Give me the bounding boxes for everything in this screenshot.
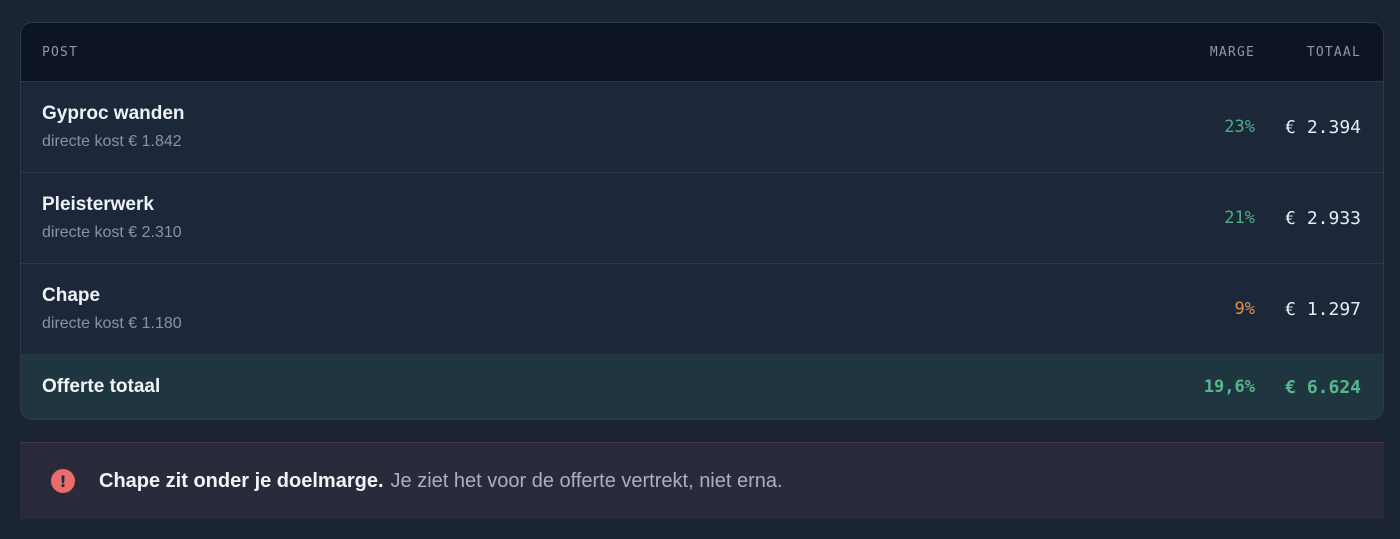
row-post-cell: Chape directe kost € 1.180 — [21, 285, 1125, 333]
header-marge: MARGE — [1209, 44, 1255, 60]
item-direct-cost: directe kost € 2.310 — [42, 224, 182, 241]
item-marge: 21% — [1224, 208, 1255, 228]
table-header: POST MARGE TOTAAL — [21, 23, 1383, 82]
total-totaal: € 6.624 — [1285, 376, 1361, 398]
margin-warning-alert: ! Chape zit onder je doelmarge. Je ziet … — [20, 442, 1384, 519]
item-name: Pleisterwerk — [42, 194, 154, 215]
header-totaal: TOTAAL — [1306, 44, 1361, 60]
item-direct-cost: directe kost € 1.180 — [42, 315, 182, 332]
table-row[interactable]: Pleisterwerk directe kost € 2.310 21% € … — [21, 173, 1383, 264]
row-post-cell: Gyproc wanden directe kost € 1.842 — [21, 103, 1125, 151]
table-row[interactable]: Chape directe kost € 1.180 9% € 1.297 — [21, 264, 1383, 355]
alert-message: Je ziet het voor de offerte vertrekt, ni… — [390, 469, 783, 492]
item-marge: 23% — [1224, 117, 1255, 137]
total-row: Offerte totaal 19,6% € 6.624 — [21, 355, 1383, 419]
total-marge: 19,6% — [1203, 377, 1255, 397]
item-totaal: € 2.933 — [1285, 207, 1361, 229]
row-post-cell: Pleisterwerk directe kost € 2.310 — [21, 194, 1125, 242]
item-name: Gyproc wanden — [42, 103, 185, 124]
header-post: POST — [42, 44, 79, 60]
item-totaal: € 2.394 — [1285, 116, 1361, 138]
item-name: Chape — [42, 285, 101, 306]
item-direct-cost: directe kost € 1.842 — [42, 133, 182, 150]
table-row[interactable]: Gyproc wanden directe kost € 1.842 23% €… — [21, 82, 1383, 173]
exclamation-icon: ! — [51, 469, 75, 493]
quote-table: POST MARGE TOTAAL Gyproc wanden directe … — [20, 22, 1384, 420]
item-totaal: € 1.297 — [1285, 298, 1361, 320]
item-marge: 9% — [1234, 299, 1255, 319]
total-label: Offerte totaal — [42, 376, 161, 397]
alert-title: Chape zit onder je doelmarge. — [99, 469, 384, 492]
